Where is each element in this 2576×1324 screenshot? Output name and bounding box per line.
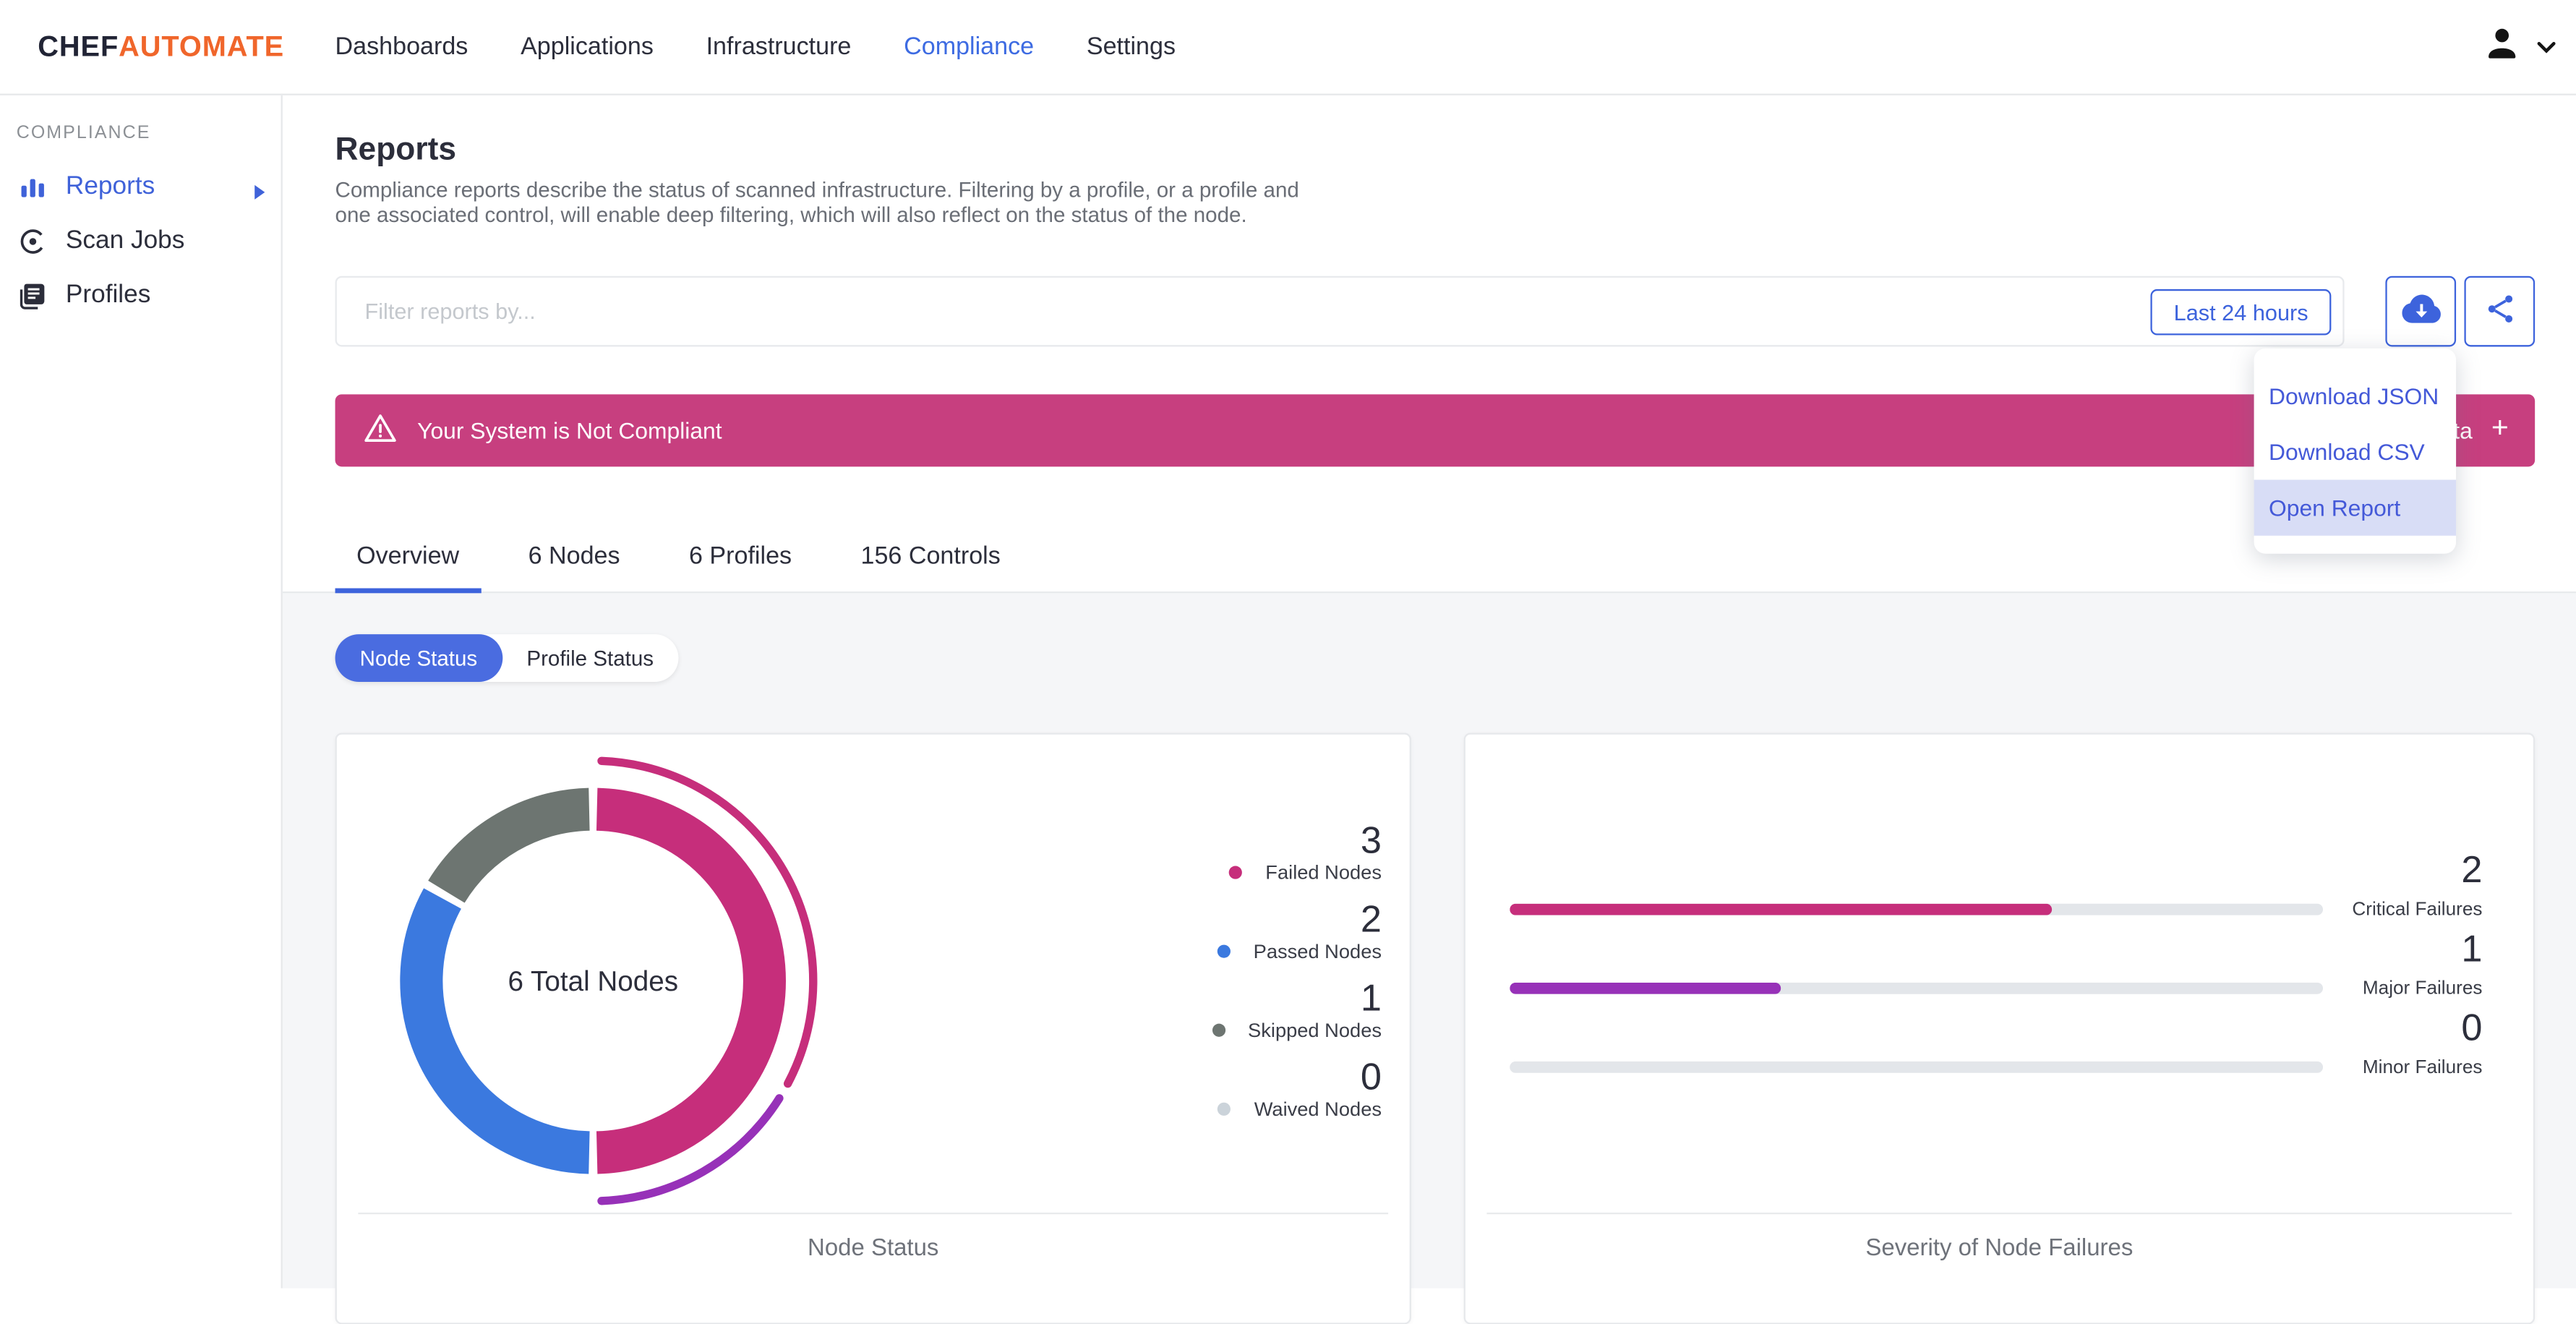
warning-icon [363,412,398,448]
main-content: Reports Compliance reports describe the … [282,95,2576,1324]
banner-right-text: ta [2453,417,2473,444]
legend-row: 1 Skipped Nodes [1212,978,1382,1042]
node-status-legend: 3 Failed Nodes 2 Passed Nodes 1 Skipped Nodes… [1212,820,1382,1135]
sidebar-items: Reports Scan Jobs Profiles [0,163,281,320]
tab-6-profiles[interactable]: 6 Profiles [667,523,813,594]
nav-item-dashboards[interactable]: Dashboards [335,33,468,61]
menu-item-download-csv[interactable]: Download CSV [2254,424,2456,479]
person-icon [2482,23,2522,71]
filter-input[interactable] [336,278,2343,346]
legend-label: Passed Nodes [1253,939,1382,963]
toggle-node-status[interactable]: Node Status [335,634,502,683]
legend-dot [1212,1023,1225,1037]
compliance-banner: Your System is Not Compliant ta + [335,394,2536,467]
legend-dot [1229,866,1243,879]
legend-line: Passed Nodes [1212,940,1382,963]
card-divider [1486,1212,2512,1215]
logo[interactable]: CHEF AUTOMATE [38,30,284,64]
time-range-button[interactable]: Last 24 hours [2150,289,2332,336]
sidebar-item-label: Scan Jobs [65,226,185,255]
tab-6-nodes[interactable]: 6 Nodes [507,523,641,594]
legend-value: 0 [1360,1054,1382,1098]
legend-value: 3 [1360,818,1382,861]
user-menu[interactable] [2482,23,2556,71]
nav-item-infrastructure[interactable]: Infrastructure [706,33,852,61]
legend-label: Failed Nodes [1265,860,1382,884]
filter-bar: Last 24 hours [335,276,2345,347]
severity-bar-track [1510,903,2324,915]
card-divider [358,1212,1389,1215]
download-button[interactable] [2385,276,2457,347]
app-window: CHEF AUTOMATE Dashboards Applications Infra… [0,0,2576,1324]
severity-row: 2 Critical Failures [1510,850,2482,928]
page-title: Reports [335,131,456,168]
sidebar-item-label: Reports [65,172,155,201]
severity-label: Major Failures [2362,979,2483,999]
banner-text: Your System is Not Compliant [417,417,722,444]
share-button[interactable] [2464,276,2536,347]
logo-chef: CHEF [38,29,119,63]
node-status-card: 6 Total Nodes 3 Failed Nodes 2 Passed Nodes… [335,733,1411,1324]
status-toggle: Node Status Profile Status [335,634,679,683]
severity-label: Minor Failures [2362,1058,2483,1078]
menu-item-download-json[interactable]: Download JSON [2254,368,2456,424]
severity-value: 0 [2461,1005,2483,1048]
severity-bar-track [1510,1061,2324,1073]
cloud-download-icon [2400,288,2442,336]
chevron-down-icon [2536,32,2556,61]
legend-label: Skipped Nodes [1248,1018,1382,1042]
page-description-line2: one associated control, will enable deep… [335,201,1247,226]
nav-item-compliance[interactable]: Compliance [904,33,1034,61]
sidebar: COMPLIANCE Reports Scan Jobs Profiles [0,95,283,1289]
logo-automate: AUTOMATE [119,29,285,63]
submenu-arrow-icon [253,179,266,209]
node-status-caption: Node Status [808,1235,939,1263]
legend-row: 0 Waived Nodes [1212,1056,1382,1121]
severity-value: 1 [2461,926,2483,970]
page-description-line1: Compliance reports describe the status o… [335,177,1299,202]
page-description: Compliance reports describe the status o… [335,177,1299,227]
sidebar-item-scan-jobs[interactable]: Scan Jobs [0,217,281,266]
scan-icon [18,227,48,257]
tab-overview[interactable]: Overview [335,523,481,594]
main-nav: Dashboards Applications Infrastructure Comp… [335,33,1176,61]
nav-item-settings[interactable]: Settings [1087,33,1176,61]
legend-row: 2 Passed Nodes [1212,899,1382,963]
severity-rows: 2 Critical Failures 1 Major Failures 0 Minor … [1510,850,2482,1086]
severity-label: Critical Failures [2352,900,2483,921]
toggle-profile-status[interactable]: Profile Status [502,634,678,682]
legend-value: 1 [1360,975,1382,1019]
severity-row: 0 Minor Failures [1510,1007,2482,1086]
severity-card: 2 Critical Failures 1 Major Failures 0 Minor … [1463,733,2536,1324]
donut-center-label: 6 Total Nodes [508,966,679,998]
legend-label: Waived Nodes [1254,1097,1382,1121]
severity-row: 1 Major Failures [1510,928,2482,1007]
sidebar-item-profiles[interactable]: Profiles [0,271,281,320]
severity-value: 2 [2461,847,2483,891]
sidebar-section-label: COMPLIANCE [16,123,151,143]
legend-dot [1218,1102,1231,1116]
bar-chart-icon [18,173,48,202]
legend-line: Waived Nodes [1212,1098,1382,1121]
severity-caption: Severity of Node Failures [1865,1235,2134,1263]
sidebar-item-label: Profiles [65,281,151,309]
banner-expand-button[interactable]: + [2481,409,2518,447]
menu-item-open-report[interactable]: Open Report [2254,479,2457,536]
legend-dot [1217,944,1231,958]
severity-bar-track [1510,982,2324,994]
legend-row: 3 Failed Nodes [1212,820,1382,884]
tab-bar: Overview 6 Nodes 6 Profiles 156 Controls [282,523,2576,594]
profiles-icon [18,281,48,311]
download-menu: Download JSON Download CSV Open Report [2254,348,2457,554]
legend-line: Skipped Nodes [1212,1019,1382,1042]
share-icon [2481,291,2517,332]
sidebar-item-reports[interactable]: Reports [0,163,281,212]
nav-item-applications[interactable]: Applications [521,33,654,61]
legend-value: 2 [1360,897,1382,940]
severity-bar-fill [1510,982,1781,994]
tab-156-controls[interactable]: 156 Controls [839,523,1022,594]
top-nav: CHEF AUTOMATE Dashboards Applications Infra… [0,0,2576,95]
severity-bar-fill [1510,903,2053,915]
legend-line: Failed Nodes [1212,861,1382,884]
